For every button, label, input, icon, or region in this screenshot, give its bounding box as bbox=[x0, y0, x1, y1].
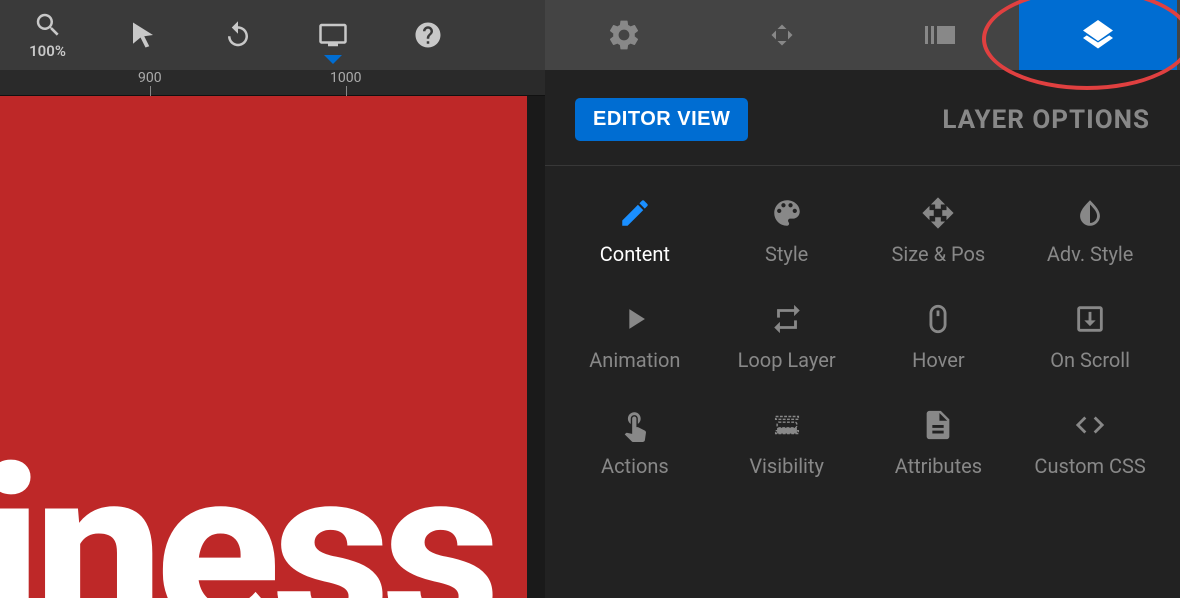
help-icon bbox=[413, 20, 443, 50]
document-icon bbox=[921, 408, 955, 442]
help-tool[interactable] bbox=[380, 0, 475, 70]
tab-label: Actions bbox=[601, 454, 669, 478]
move-icon bbox=[921, 196, 955, 230]
tab-label: Content bbox=[600, 242, 670, 266]
tab-label: Custom CSS bbox=[1034, 454, 1145, 478]
settings-tab[interactable] bbox=[545, 0, 703, 70]
tab-label: Loop Layer bbox=[738, 348, 836, 372]
zoom-level: 100% bbox=[29, 42, 66, 60]
undo-tool[interactable] bbox=[190, 0, 285, 70]
layer-options-panel: EDITOR VIEW LAYER OPTIONS Content Style … bbox=[545, 70, 1180, 598]
tab-visibility[interactable]: Visibility bbox=[711, 408, 863, 478]
desktop-icon bbox=[318, 20, 348, 50]
ruler-tick: 1000 bbox=[330, 70, 361, 86]
ruler-tick: 900 bbox=[138, 70, 162, 86]
visibility-box-icon bbox=[770, 408, 804, 442]
tab-attributes[interactable]: Attributes bbox=[863, 408, 1015, 478]
dropdown-indicator-icon bbox=[324, 55, 342, 64]
magnifier-icon bbox=[33, 10, 63, 40]
canvas-area: 900 1000 iness bbox=[0, 70, 545, 598]
tab-label: Animation bbox=[589, 348, 680, 372]
gear-icon bbox=[606, 17, 642, 53]
select-tool[interactable] bbox=[95, 0, 190, 70]
horizontal-ruler: 900 1000 bbox=[0, 70, 545, 96]
toolbar-left: 100% bbox=[0, 0, 545, 70]
main-area: 900 1000 iness EDITOR VIEW LAYER OPTIONS… bbox=[0, 70, 1180, 598]
layers-icon bbox=[1080, 17, 1116, 53]
mouse-icon bbox=[921, 302, 955, 336]
navigation-tab[interactable] bbox=[703, 0, 861, 70]
undo-icon bbox=[223, 20, 253, 50]
tab-hover[interactable]: Hover bbox=[863, 302, 1015, 372]
invert-icon bbox=[1073, 196, 1107, 230]
canvas-text-layer[interactable]: iness bbox=[0, 438, 492, 598]
panel-title: LAYER OPTIONS bbox=[942, 105, 1150, 135]
loop-icon bbox=[770, 302, 804, 336]
tab-label: Adv. Style bbox=[1047, 242, 1134, 266]
tab-animation[interactable]: Animation bbox=[559, 302, 711, 372]
tab-label: Attributes bbox=[895, 454, 982, 478]
pencil-icon bbox=[618, 196, 652, 230]
tab-label: Hover bbox=[912, 348, 964, 372]
tab-label: Visibility bbox=[749, 454, 824, 478]
tab-content[interactable]: Content bbox=[559, 196, 711, 266]
touch-icon bbox=[618, 408, 652, 442]
device-preview-tool[interactable] bbox=[285, 0, 380, 70]
toolbar-right bbox=[545, 0, 1180, 70]
tab-adv-style[interactable]: Adv. Style bbox=[1014, 196, 1166, 266]
tab-style[interactable]: Style bbox=[711, 196, 863, 266]
tab-label: On Scroll bbox=[1050, 348, 1130, 372]
tab-on-scroll[interactable]: On Scroll bbox=[1014, 302, 1166, 372]
tab-actions[interactable]: Actions bbox=[559, 408, 711, 478]
slider-panels-icon bbox=[922, 17, 958, 53]
top-toolbar: 100% bbox=[0, 0, 1180, 70]
panel-header: EDITOR VIEW LAYER OPTIONS bbox=[545, 70, 1180, 166]
tab-size-pos[interactable]: Size & Pos bbox=[863, 196, 1015, 266]
tab-custom-css[interactable]: Custom CSS bbox=[1014, 408, 1166, 478]
layer-tabs-grid: Content Style Size & Pos Adv. Style Anim… bbox=[545, 166, 1180, 478]
cursor-icon bbox=[128, 20, 158, 50]
editor-view-button[interactable]: EDITOR VIEW bbox=[575, 98, 748, 141]
slide-canvas[interactable]: iness bbox=[0, 96, 527, 598]
dpad-icon bbox=[764, 17, 800, 53]
layers-tab[interactable] bbox=[1019, 0, 1177, 70]
palette-icon bbox=[770, 196, 804, 230]
tab-label: Style bbox=[765, 242, 808, 266]
tab-label: Size & Pos bbox=[892, 242, 986, 266]
slider-view-tab[interactable] bbox=[861, 0, 1019, 70]
code-icon bbox=[1073, 408, 1107, 442]
zoom-tool[interactable]: 100% bbox=[0, 0, 95, 70]
download-box-icon bbox=[1073, 302, 1107, 336]
tab-loop-layer[interactable]: Loop Layer bbox=[711, 302, 863, 372]
play-icon bbox=[618, 302, 652, 336]
